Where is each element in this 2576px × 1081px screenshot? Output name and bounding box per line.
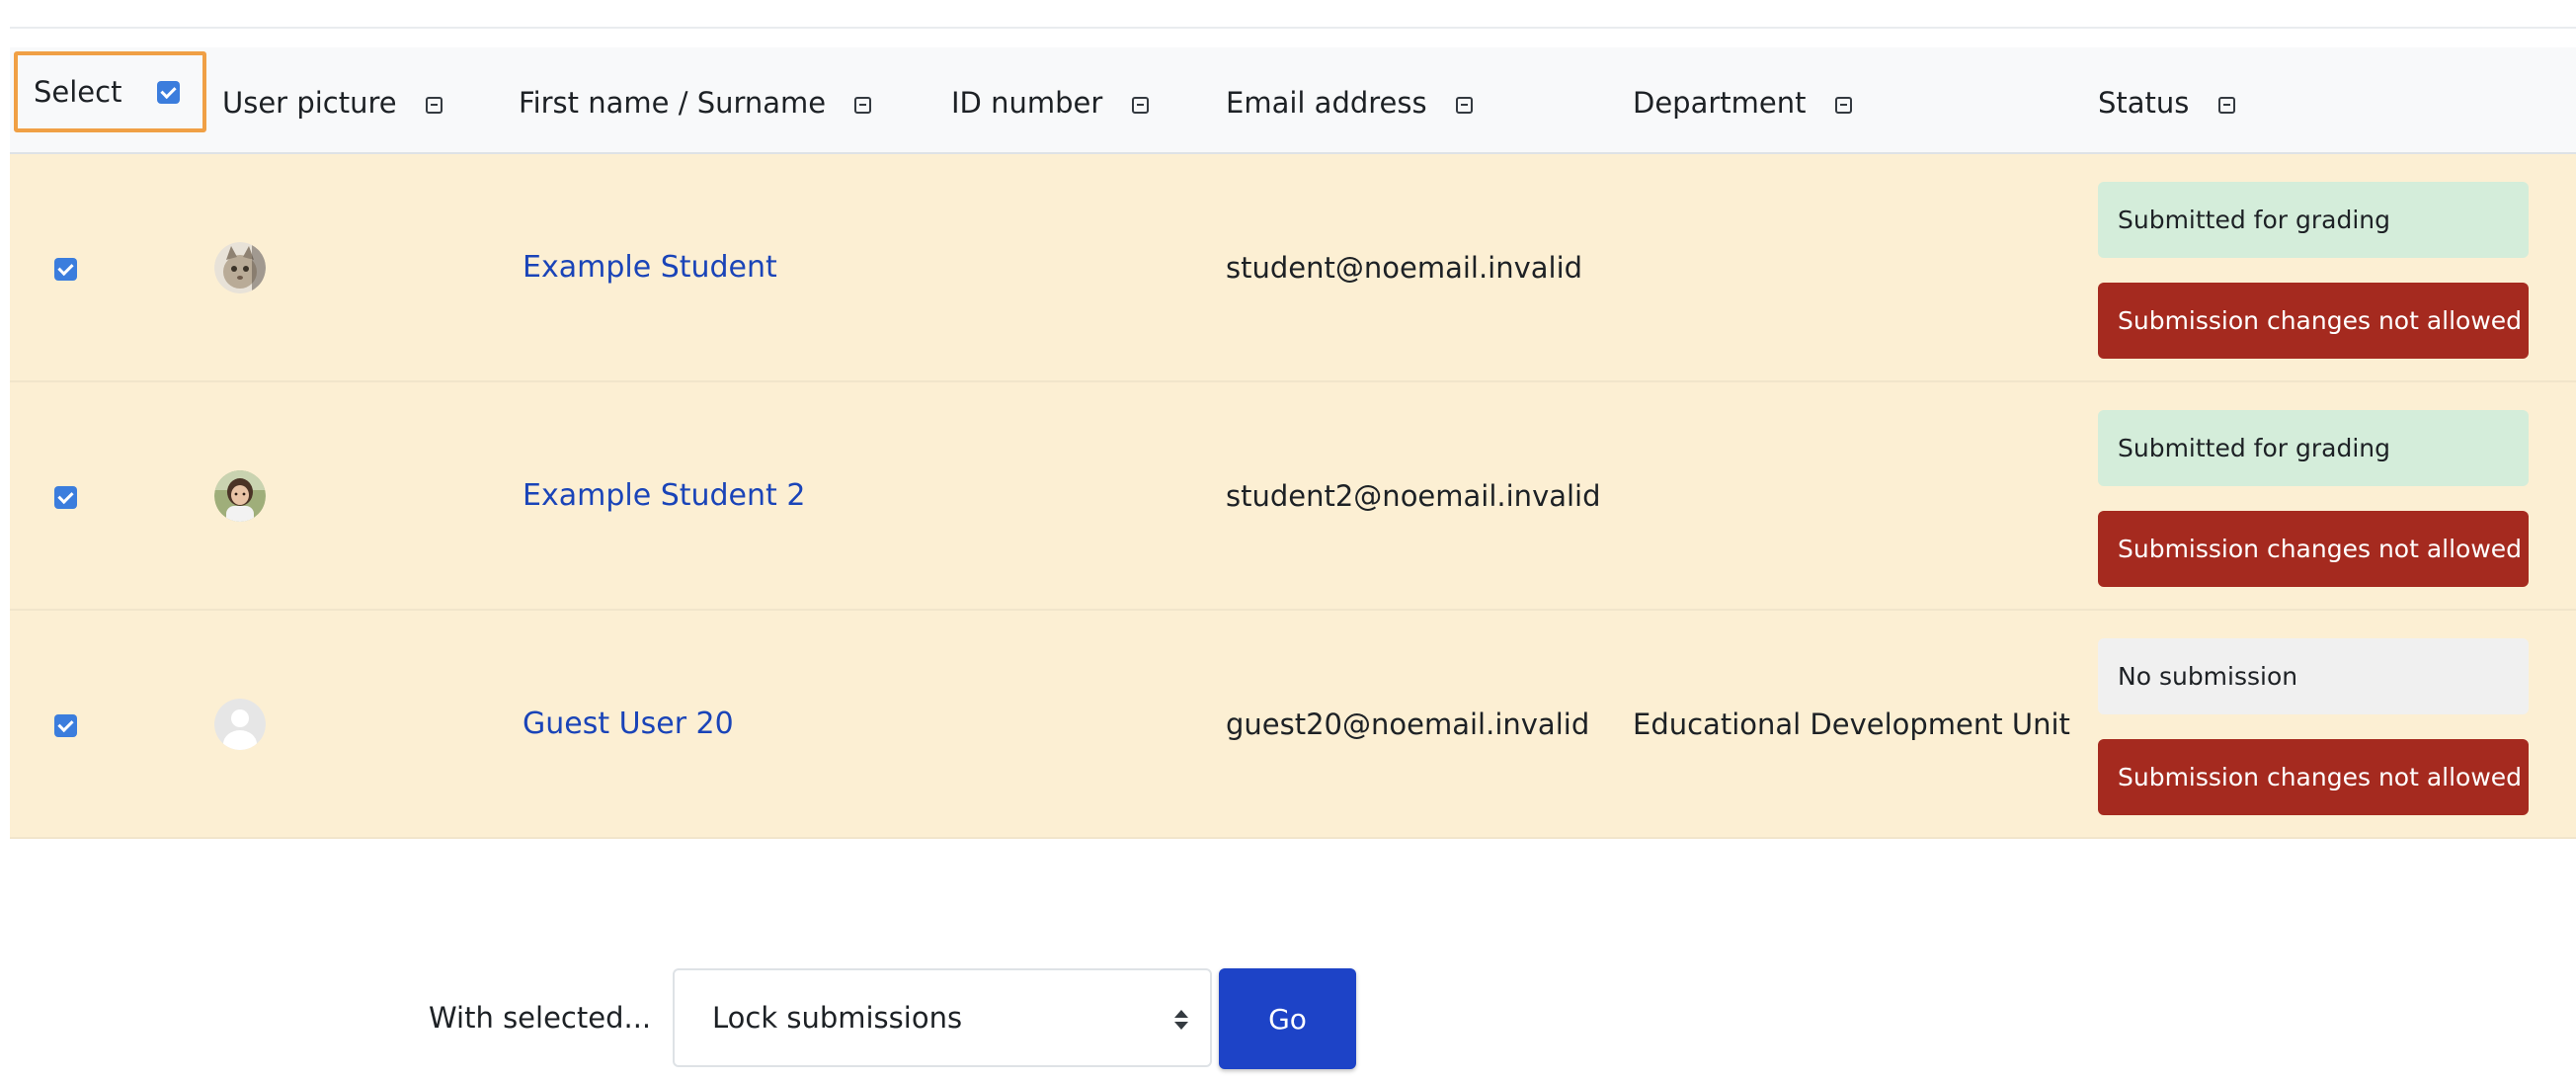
lock-status-badge: Submission changes not allowed (2098, 511, 2529, 587)
header-name: First name / Surname (519, 47, 951, 154)
with-selected-label: With selected... (429, 1001, 652, 1035)
go-button[interactable]: Go (1219, 968, 1356, 1069)
table-header-row: Select User picture First name / Surname… (10, 47, 2576, 154)
header-email: Email address (1226, 47, 1633, 154)
select-cell (10, 153, 222, 381)
user-name-link[interactable]: Example Student (523, 250, 777, 285)
user-name-link[interactable]: Guest User 20 (523, 707, 734, 741)
email-cell: student2@noemail.invalid (1226, 478, 1601, 513)
user-picture-cell (214, 610, 519, 838)
name-cell: Example Student 2 (519, 381, 951, 610)
collapse-column-icon[interactable] (854, 96, 872, 114)
bulk-action-select[interactable]: Lock submissions (673, 968, 1212, 1067)
bulk-action-selected-value: Lock submissions (712, 1001, 963, 1035)
status-badge: Submitted for grading (2098, 410, 2529, 486)
name-header-label[interactable]: First name / Surname (519, 86, 826, 120)
select-all-checkbox[interactable] (157, 80, 181, 104)
row-select-checkbox[interactable] (54, 486, 77, 509)
email-cell: guest20@noemail.invalid (1226, 707, 1590, 741)
header-status: Status (2098, 47, 2576, 154)
lock-status-badge: Submission changes not allowed (2098, 283, 2529, 359)
collapse-column-icon[interactable] (2217, 96, 2235, 114)
row-select-checkbox[interactable] (54, 714, 77, 737)
status-badge: No submission (2098, 638, 2529, 714)
select-arrows-icon (1174, 1010, 1188, 1030)
id-number-cell (951, 381, 1226, 610)
status-cell: Submitted for grading Submission changes… (2098, 381, 2576, 610)
status-header-label[interactable]: Status (2098, 86, 2189, 120)
id-number-cell (951, 153, 1226, 381)
table-row: Example Student 2 student2@noemail.inval… (10, 381, 2576, 610)
user-picture-cell (214, 153, 519, 381)
collapse-column-icon[interactable] (1131, 96, 1149, 114)
table-row: Guest User 20 guest20@noemail.invalid Ed… (10, 610, 2576, 838)
table-row: Example Student student@noemail.invalid … (10, 153, 2576, 381)
default-user-avatar-icon[interactable] (214, 698, 266, 750)
id-number-header-label[interactable]: ID number (951, 86, 1102, 120)
user-picture-cell (214, 381, 519, 610)
header-select: Select (10, 47, 222, 154)
collapse-column-icon[interactable] (1834, 96, 1852, 114)
department-cell: Educational Development Unit (1633, 707, 2070, 741)
header-department: Department (1633, 47, 2098, 154)
status-cell: Submitted for grading Submission changes… (2098, 153, 2576, 381)
select-cell (10, 381, 222, 610)
lock-status-badge: Submission changes not allowed (2098, 739, 2529, 815)
user-picture-header-label: User picture (222, 86, 397, 120)
row-select-checkbox[interactable] (54, 258, 77, 281)
select-header-focus: Select (14, 51, 206, 132)
status-cell: No submission Submission changes not all… (2098, 610, 2576, 838)
id-number-cell (951, 610, 1226, 838)
user-name-link[interactable]: Example Student 2 (523, 478, 805, 513)
grading-table: Select User picture First name / Surname… (10, 47, 2576, 839)
cat-avatar-icon[interactable] (214, 241, 266, 293)
name-cell: Guest User 20 (519, 610, 951, 838)
department-cell (1633, 153, 2098, 381)
header-user-picture: User picture (222, 47, 519, 154)
top-divider (10, 27, 2576, 29)
email-header-label[interactable]: Email address (1226, 86, 1427, 120)
select-header-label: Select (34, 75, 122, 109)
bulk-actions: With selected... Lock submissions Go (429, 968, 1356, 1069)
header-id-number: ID number (951, 47, 1226, 154)
department-header-label[interactable]: Department (1633, 86, 1807, 120)
select-cell (10, 610, 222, 838)
person-avatar-icon[interactable] (214, 469, 266, 522)
email-cell: student@noemail.invalid (1226, 250, 1583, 285)
status-badge: Submitted for grading (2098, 182, 2529, 258)
name-cell: Example Student (519, 153, 951, 381)
department-cell (1633, 381, 2098, 610)
collapse-column-icon[interactable] (425, 96, 443, 114)
collapse-column-icon[interactable] (1455, 96, 1473, 114)
